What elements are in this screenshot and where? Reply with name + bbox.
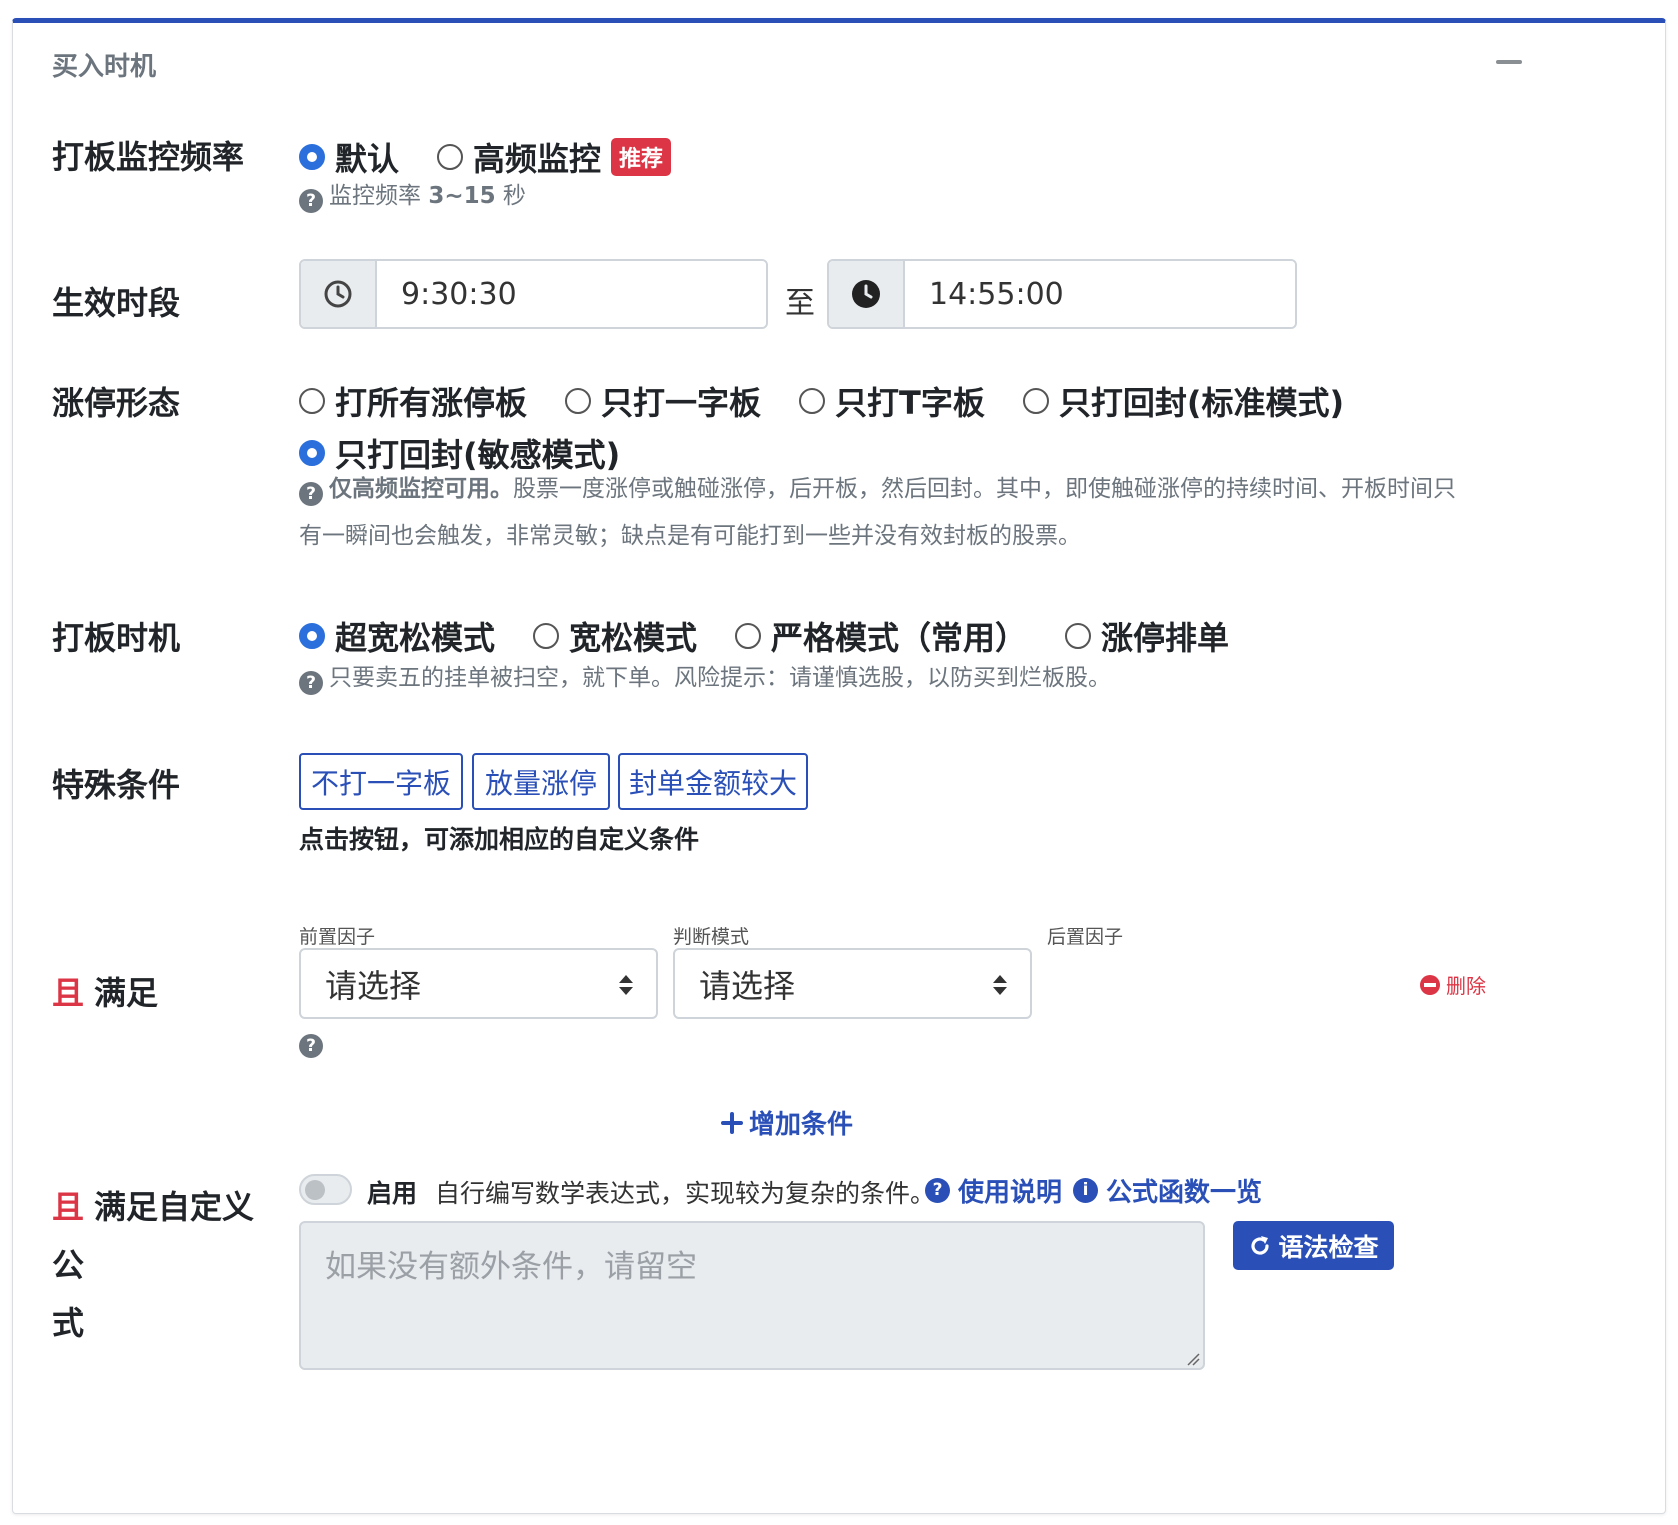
- resize-grip-icon[interactable]: [1186, 1352, 1200, 1366]
- radio-label: 超宽松模式: [335, 619, 496, 657]
- radio-indicator: [1065, 623, 1092, 649]
- radio-indicator: [299, 388, 325, 414]
- recommend-badge: 推荐: [611, 138, 672, 176]
- usage-help-link[interactable]: ? 使用说明: [925, 1172, 1062, 1209]
- radio-indicator: [565, 388, 592, 414]
- monitor-freq-hint: ? 监控频率 3~15 秒: [299, 173, 526, 220]
- radio-timing-strict[interactable]: 严格模式（常用）: [735, 613, 1027, 659]
- radio-shape-one-word[interactable]: 只打一字板: [565, 378, 761, 424]
- add-condition-link[interactable]: 增加条件: [721, 1104, 853, 1141]
- limit-shape-label: 涨停形态: [52, 384, 181, 422]
- radio-label: 打所有涨停板: [335, 384, 528, 422]
- redo-icon: [1251, 1235, 1270, 1255]
- start-time-group: 9:30:30: [299, 259, 768, 329]
- clock-solid-icon: [829, 261, 905, 327]
- delete-label: 删除: [1446, 974, 1486, 998]
- end-time-group: 14:55:00: [827, 259, 1297, 329]
- end-time-input[interactable]: 14:55:00: [905, 261, 1295, 327]
- limit-shape-options: 打所有涨停板 只打一字板 只打T字板 只打回封(标准模式) 只打回封(敏感模式): [299, 378, 1499, 476]
- hint-unit: 秒: [495, 183, 526, 209]
- hint-value: 3~15: [428, 183, 496, 209]
- add-label: 增加条件: [749, 1110, 854, 1140]
- satisfy-label: 满足: [94, 974, 159, 1012]
- radio-indicator: [735, 623, 762, 649]
- radio-label: 只打T字板: [835, 384, 985, 422]
- toggle-label: 启用: [367, 1179, 418, 1208]
- volume-limit-up-button[interactable]: 放量涨停: [472, 753, 610, 810]
- radio-indicator: [1022, 388, 1049, 414]
- delete-condition-link[interactable]: 删除: [1420, 970, 1486, 999]
- syntax-check-button[interactable]: 语法检查: [1233, 1221, 1394, 1270]
- radio-label: 严格模式（常用）: [771, 619, 1028, 657]
- toggle-knob: [305, 1180, 325, 1200]
- limit-shape-hint: ? 仅高频监控可用。股票一度涨停或触碰涨停，后开板，然后回封。其中，即使触碰涨停的…: [299, 466, 1509, 560]
- radio-indicator: [533, 623, 560, 649]
- functions-list-link[interactable]: i 公式函数一览: [1073, 1172, 1262, 1209]
- radio-timing-ultra-loose[interactable]: 超宽松模式: [299, 613, 495, 659]
- and-label: 且: [52, 1188, 85, 1226]
- timing-label: 打板时机: [52, 619, 181, 657]
- radio-shape-all[interactable]: 打所有涨停板: [299, 378, 527, 424]
- radio-indicator: [299, 440, 325, 466]
- usage-help-label: 使用说明: [958, 1178, 1063, 1208]
- hint-text: 监控频率: [329, 183, 429, 209]
- pre-factor-label: 前置因子: [299, 926, 376, 948]
- clock-outline-icon: [301, 261, 377, 327]
- sort-arrows-icon: [993, 975, 1007, 995]
- radio-indicator: [799, 388, 826, 414]
- select-value: 请选择: [699, 966, 796, 1005]
- hint-bold: 仅高频监控可用。: [329, 476, 513, 502]
- timing-options: 超宽松模式 宽松模式 严格模式（常用） 涨停排单: [299, 613, 1267, 659]
- hint-text: 只要卖五的挂单被扫空，就下单。风险提示：请谨慎选股，以防买到烂板股。: [329, 665, 1111, 691]
- syntax-check-label: 语法检查: [1278, 1232, 1379, 1262]
- active-period-label: 生效时段: [52, 284, 181, 322]
- custom-formula-label: 且满足自定义公 式: [52, 1178, 282, 1352]
- question-circle-icon[interactable]: ?: [299, 1033, 323, 1058]
- mode-select[interactable]: 请选择: [673, 948, 1032, 1019]
- time-separator: 至: [785, 286, 815, 321]
- formula-textarea[interactable]: [299, 1221, 1205, 1370]
- question-circle-icon: ?: [925, 1178, 950, 1203]
- radio-label: 涨停排单: [1101, 619, 1230, 657]
- sort-arrows-icon: [619, 975, 633, 995]
- monitor-freq-label: 打板监控频率: [52, 138, 245, 176]
- select-value: 请选择: [325, 966, 422, 1005]
- radio-indicator: [299, 623, 325, 649]
- pre-factor-select[interactable]: 请选择: [299, 948, 658, 1019]
- info-circle-icon: i: [1073, 1178, 1098, 1203]
- large-seal-amount-button[interactable]: 封单金额较大: [618, 753, 808, 810]
- question-circle-icon: ?: [299, 671, 323, 695]
- radio-label: 只打回封(标准模式): [1058, 384, 1345, 422]
- question-circle-icon: ?: [299, 189, 323, 213]
- hint-text-line2: 有一瞬间也会触发，非常灵敏；缺点是有可能打到一些并没有效封板的股票。: [299, 523, 1081, 549]
- collapse-icon[interactable]: [1496, 60, 1522, 64]
- radio-timing-loose[interactable]: 宽松模式: [533, 613, 697, 659]
- radio-indicator: [299, 144, 325, 170]
- hint-text-line1: 股票一度涨停或触碰涨停，后开板，然后回封。其中，即使触碰涨停的持续时间、开板时间…: [513, 476, 1456, 502]
- radio-shape-reseal-standard[interactable]: 只打回封(标准模式): [1022, 378, 1345, 424]
- radio-shape-t-word[interactable]: 只打T字板: [799, 378, 985, 424]
- formula-description: 自行编写数学表达式，实现较为复杂的条件。: [435, 1179, 936, 1208]
- condition-label: 且满足: [52, 968, 158, 1014]
- mode-label: 判断模式: [673, 926, 750, 948]
- special-note: 点击按钮，可添加相应的自定义条件: [299, 825, 700, 854]
- functions-list-label: 公式函数一览: [1106, 1178, 1263, 1208]
- post-factor-label: 后置因子: [1047, 926, 1124, 948]
- radio-label: 宽松模式: [569, 619, 698, 657]
- custom-formula-label-line2: 式: [52, 1304, 85, 1342]
- and-label: 且: [52, 974, 85, 1012]
- question-circle-icon: ?: [299, 482, 323, 506]
- radio-timing-queue[interactable]: 涨停排单: [1065, 613, 1229, 659]
- start-time-input[interactable]: 9:30:30: [377, 261, 766, 327]
- timing-hint: ? 只要卖五的挂单被扫空，就下单。风险提示：请谨慎选股，以防买到烂板股。: [299, 655, 1111, 702]
- radio-label: 只打一字板: [601, 384, 762, 422]
- radio-indicator: [437, 144, 464, 170]
- no-one-word-button[interactable]: 不打一字板: [299, 753, 463, 810]
- minus-circle-icon: [1420, 974, 1440, 995]
- panel-title: 买入时机: [52, 52, 157, 82]
- plus-icon: [721, 1111, 743, 1134]
- question-circle-icon: ?: [299, 1034, 323, 1058]
- special-label: 特殊条件: [52, 766, 181, 804]
- enable-formula-toggle[interactable]: [299, 1174, 352, 1205]
